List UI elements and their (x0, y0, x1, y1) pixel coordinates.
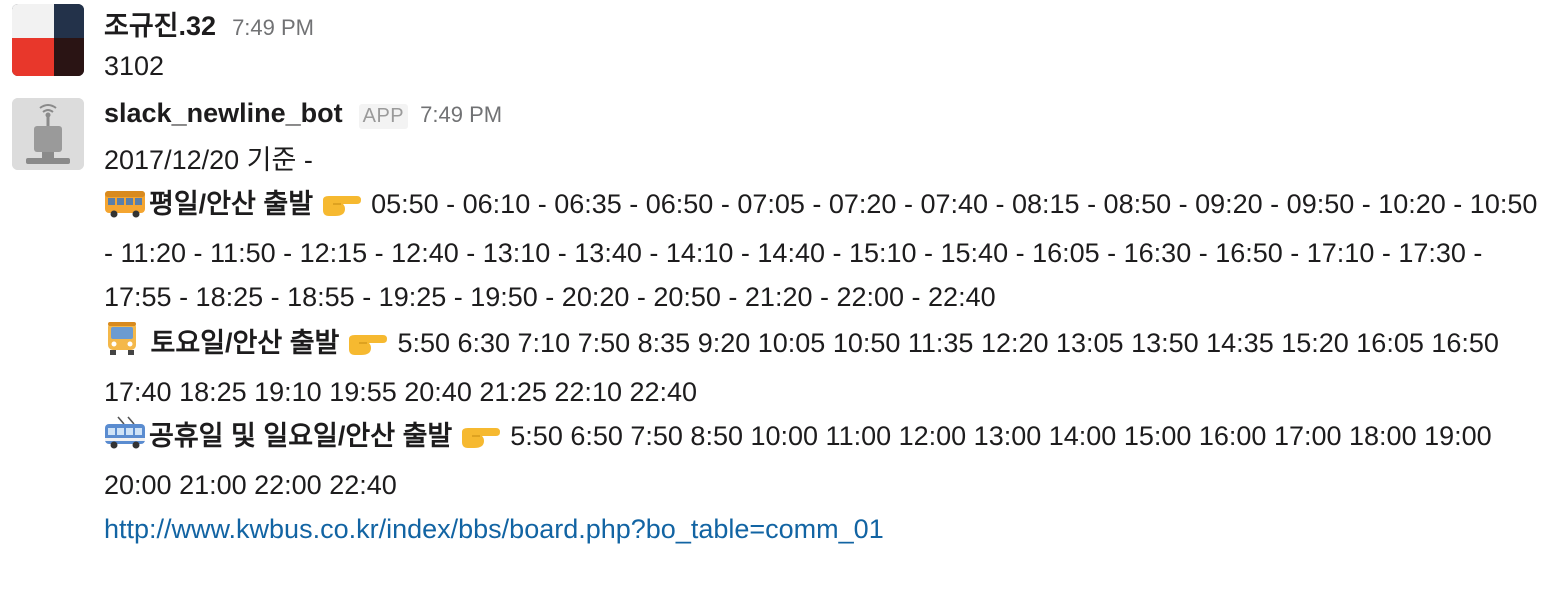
schedule-holiday: 공휴일 및 일요일/안산 출발 5:50 6:50 7:50 8:50 10:0… (104, 414, 1544, 507)
author-name[interactable]: 조규진.32 (104, 4, 216, 43)
avatar[interactable] (12, 4, 84, 76)
message-timestamp[interactable]: 7:49 PM (232, 15, 314, 41)
pointing-right-icon (321, 187, 361, 231)
message-text: 3102 (104, 51, 165, 81)
trolleybus-icon (104, 416, 146, 463)
message-timestamp[interactable]: 7:49 PM (420, 102, 502, 128)
bot-avatar-icon (12, 98, 84, 170)
schedule-label: 평일/안산 출발 (149, 189, 314, 219)
avatar[interactable] (12, 98, 84, 170)
bus-icon (104, 187, 146, 231)
message-body: 2017/12/20 기준 - 평일/안산 출발 05:50 - 06:10 -… (104, 138, 1544, 551)
schedule-times: 05:50 - 06:10 - 06:35 - 06:50 - 07:05 - … (104, 189, 1538, 312)
user-avatar-icon (12, 4, 84, 76)
pointing-right-icon (347, 326, 387, 370)
schedule-link[interactable]: http://www.kwbus.co.kr/index/bbs/board.p… (104, 507, 1544, 551)
pointing-right-icon (460, 419, 500, 463)
author-name[interactable]: slack_newline_bot (104, 98, 343, 129)
schedule-saturday: 토요일/안산 출발 5:50 6:30 7:10 7:50 8:35 9:20 … (104, 319, 1544, 414)
schedule-intro: 2017/12/20 기준 - (104, 145, 313, 175)
schedule-label: 공휴일 및 일요일/안산 출발 (149, 421, 453, 451)
app-badge: APP (358, 104, 409, 129)
oncoming-bus-icon (104, 319, 140, 370)
schedule-weekday: 평일/안산 출발 05:50 - 06:10 - 06:35 - 06:50 -… (104, 182, 1544, 319)
schedule-label: 토요일/안산 출발 (150, 328, 340, 358)
